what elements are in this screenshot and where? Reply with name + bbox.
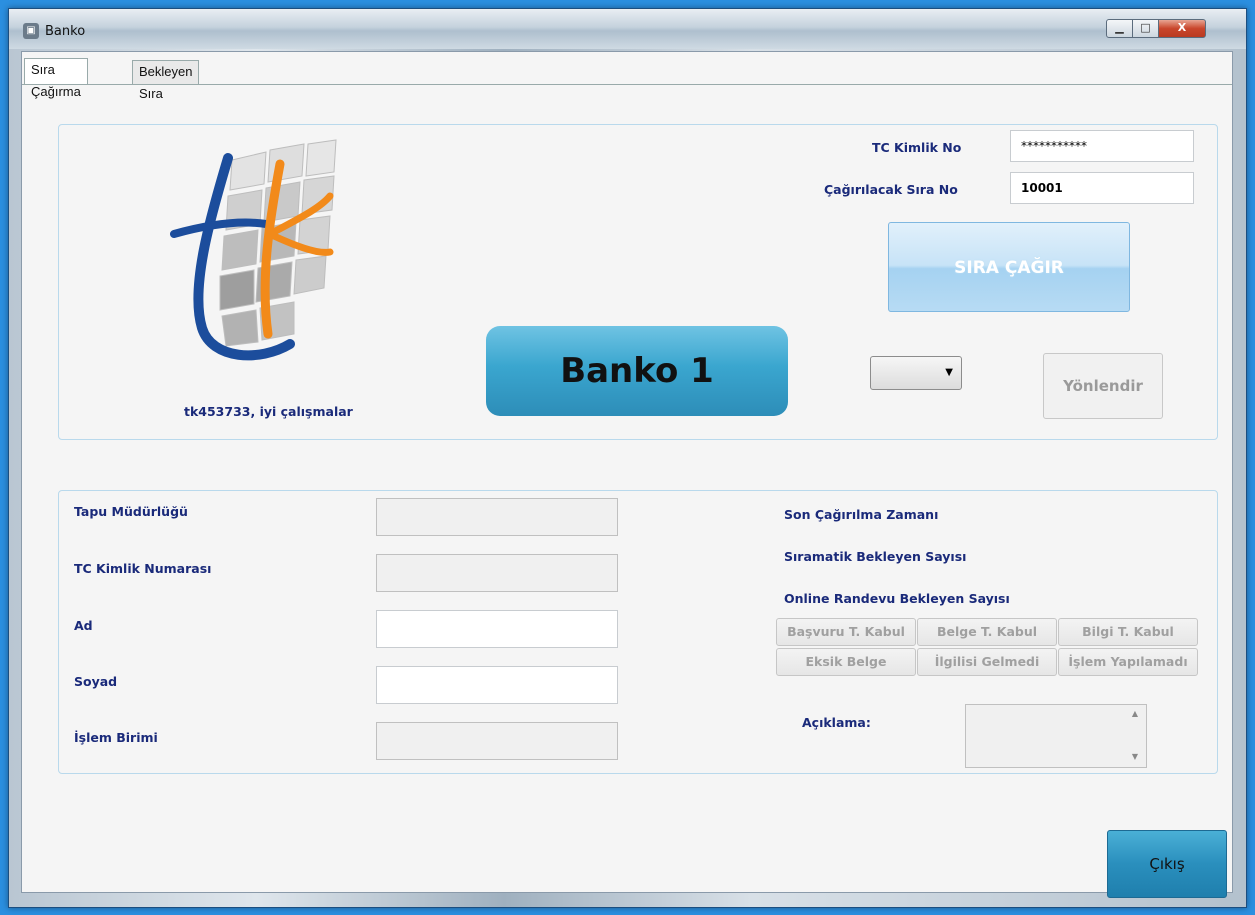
tc-numarasi-label: TC Kimlik Numarası [74, 561, 212, 576]
ad-field[interactable] [376, 610, 618, 648]
maximize-button[interactable]: □ [1132, 19, 1159, 38]
tc-kimlik-input[interactable]: *********** [1010, 130, 1194, 162]
welcome-text: tk453733, iyi çalışmalar [184, 404, 353, 419]
online-randevu-label: Online Randevu Bekleyen Sayısı [784, 591, 1010, 606]
tapu-mudurlugu-field[interactable] [376, 498, 618, 536]
ilgilisi-gelmedi-button[interactable]: İlgilisi Gelmedi [917, 648, 1057, 676]
logo [170, 139, 337, 361]
sira-no-label: Çağırılacak Sıra No [824, 182, 958, 197]
close-button[interactable]: X [1158, 19, 1206, 38]
tc-kimlik-label: TC Kimlik No [872, 140, 962, 155]
scroll-down-icon[interactable]: ▼ [1132, 752, 1138, 761]
eksik-belge-button[interactable]: Eksik Belge [776, 648, 916, 676]
redirect-select[interactable]: ▼ [870, 356, 962, 390]
belge-kabul-button[interactable]: Belge T. Kabul [917, 618, 1057, 646]
scroll-up-icon[interactable]: ▲ [1132, 709, 1138, 718]
title-bar[interactable]: ▣ Banko ▁ □ X [9, 9, 1246, 49]
dropdown-arrow-icon: ▼ [945, 367, 953, 378]
sira-no-input[interactable]: 10001 [1010, 172, 1194, 204]
siramatik-label: Sıramatik Bekleyen Sayısı [784, 549, 967, 564]
soyad-field[interactable] [376, 666, 618, 704]
islem-birimi-label: İşlem Birimi [74, 730, 158, 745]
bilgi-kabul-button[interactable]: Bilgi T. Kabul [1058, 618, 1198, 646]
sira-cagir-button[interactable]: SIRA ÇAĞIR [888, 222, 1130, 312]
basvuru-kabul-button[interactable]: Başvuru T. Kabul [776, 618, 916, 646]
ad-label: Ad [74, 618, 93, 633]
tapu-mudurlugu-label: Tapu Müdürlüğü [74, 504, 188, 519]
aciklama-label: Açıklama: [802, 715, 871, 730]
app-window: ▣ Banko ▁ □ X Sıra Çağırma Bekleyen Sıra [8, 8, 1247, 908]
islem-yapilamadi-button[interactable]: İşlem Yapılamadı [1058, 648, 1198, 676]
islem-birimi-field[interactable] [376, 722, 618, 760]
son-cagirilma-label: Son Çağırılma Zamanı [784, 507, 939, 522]
yonlendir-button[interactable]: Yönlendir [1043, 353, 1163, 419]
minimize-button[interactable]: ▁ [1106, 19, 1133, 38]
aciklama-textarea[interactable]: ▲ ▼ [965, 704, 1147, 768]
tab-divider [22, 84, 1232, 85]
banko-badge: Banko 1 [486, 326, 788, 416]
tab-sira-cagirma[interactable]: Sıra Çağırma [24, 58, 88, 99]
window-title: Banko [45, 24, 86, 39]
client-area: Sıra Çağırma Bekleyen Sıra tk453733, iyi… [21, 51, 1233, 898]
soyad-label: Soyad [74, 674, 118, 689]
cikis-button[interactable]: Çıkış [1107, 830, 1227, 898]
app-icon: ▣ [23, 23, 39, 39]
tc-numarasi-field[interactable] [376, 554, 618, 592]
tab-bekleyen-sira[interactable]: Bekleyen Sıra [132, 60, 200, 101]
